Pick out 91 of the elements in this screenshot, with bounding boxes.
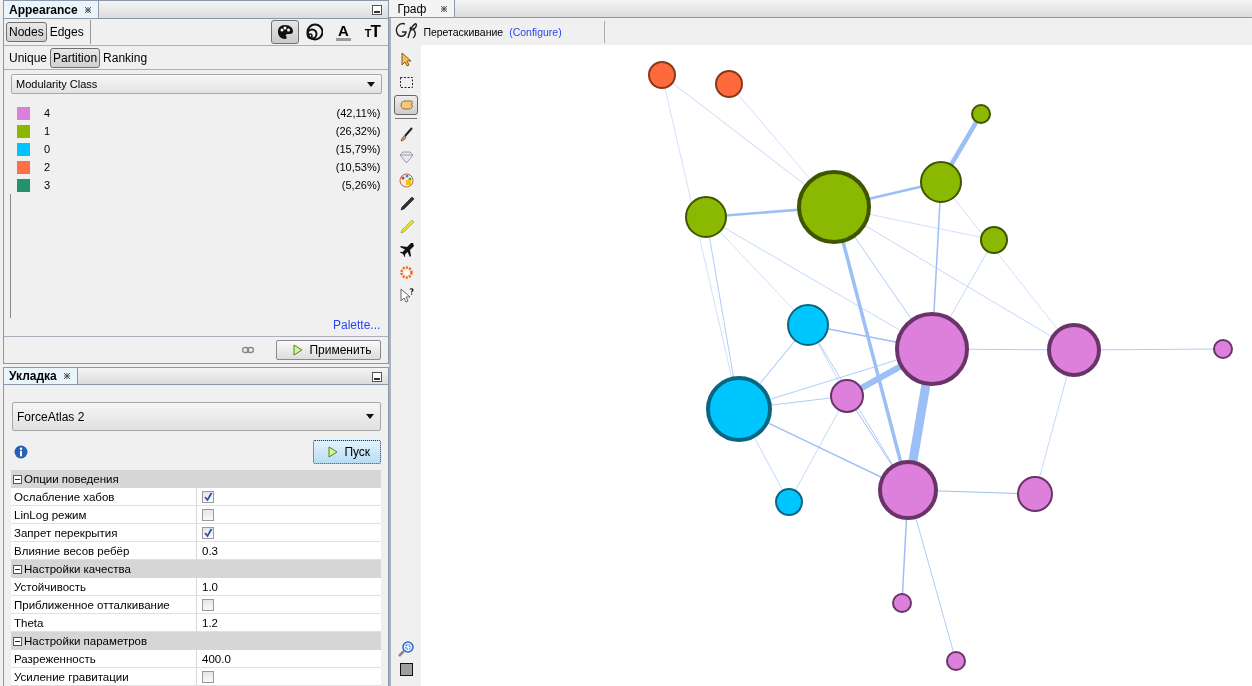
play-icon (328, 445, 339, 458)
palette-icon (277, 24, 294, 40)
background-color-swatch[interactable] (399, 663, 413, 676)
pencil-icon (397, 194, 415, 212)
property-label: Запрет перекрытия (14, 526, 118, 539)
configure-link[interactable]: (Configure) (509, 25, 562, 38)
partition-label: 2 (44, 161, 52, 173)
section-title: Настройки параметров (24, 635, 148, 647)
highlighter-icon (397, 217, 415, 235)
link-icon[interactable] (242, 346, 255, 354)
size-rings-icon (305, 23, 324, 41)
help-pointer-icon (397, 286, 415, 304)
graph-node[interactable] (920, 161, 963, 203)
sun-icon (397, 263, 415, 281)
close-icon[interactable] (440, 4, 449, 13)
collapse-icon[interactable] (13, 636, 22, 646)
info-icon[interactable] (14, 444, 28, 459)
graph-node[interactable] (830, 379, 865, 413)
run-button[interactable]: Пуск (313, 439, 382, 464)
property-label: Усиление гравитации (14, 670, 129, 683)
diamond-icon (397, 148, 415, 166)
property-value[interactable]: 1.0 (202, 580, 218, 593)
zoom-icon[interactable] (397, 640, 416, 658)
graph-node[interactable] (1047, 323, 1102, 377)
mode-tab[interactable]: Ranking (100, 47, 151, 68)
property-value[interactable]: 0.3 (202, 544, 218, 557)
property-label: LinLog режим (14, 508, 87, 521)
hand-tool[interactable] (394, 95, 419, 115)
property-label: Влияние весов ребёр (14, 544, 130, 557)
active-tool-label: Перетаскивание (423, 25, 504, 38)
element-tab[interactable]: Nodes (6, 22, 47, 42)
graph-node[interactable] (1213, 339, 1234, 359)
play-icon (293, 344, 304, 356)
graph-node[interactable] (1017, 476, 1054, 512)
partition-share: (15,79%) (335, 143, 381, 155)
partition-label: 1 (44, 125, 52, 137)
checkbox[interactable] (202, 490, 214, 503)
checkbox[interactable] (202, 598, 214, 611)
partition-share: (5,26%) (341, 179, 381, 191)
mode-tab[interactable]: Unique (6, 47, 51, 68)
checkbox[interactable] (202, 670, 214, 683)
graph-node[interactable] (685, 196, 728, 238)
partition-label: 4 (44, 107, 52, 119)
property-label: Ослабление хабов (14, 490, 115, 503)
collapse-icon[interactable] (13, 474, 22, 484)
label-color-button[interactable]: A (329, 20, 358, 44)
graph-node[interactable] (706, 376, 773, 442)
label-size-button[interactable]: TT (358, 20, 387, 44)
property-value[interactable]: 400.0 (202, 652, 231, 665)
graph-node[interactable] (648, 61, 677, 89)
attribute-dropdown[interactable]: Modularity Class (11, 74, 383, 94)
algorithm-dropdown[interactable]: ForceAtlas 2 (12, 402, 382, 432)
graph-node[interactable] (878, 460, 939, 520)
airplane-icon (397, 240, 415, 258)
section-title: Опции поведения (24, 473, 119, 485)
section-title: Настройки качества (24, 563, 131, 575)
checkbox[interactable] (202, 508, 214, 521)
property-label: Приближенное отталкивание (14, 598, 170, 611)
property-value[interactable]: 1.2 (202, 616, 218, 629)
graph-node[interactable] (892, 593, 913, 613)
property-label: Theta (14, 616, 44, 629)
color-button[interactable] (271, 20, 300, 44)
graph-node[interactable] (775, 488, 804, 516)
partition-label: 0 (44, 143, 52, 155)
partition-share: (26,32%) (335, 125, 381, 137)
brush-icon (397, 125, 415, 143)
mode-tab[interactable]: Partition (50, 47, 101, 68)
collapse-icon[interactable] (13, 564, 22, 574)
minimize-button[interactable] (372, 372, 383, 382)
element-tab[interactable]: Edges (46, 22, 87, 42)
property-label: Устойчивость (14, 580, 87, 593)
close-icon[interactable] (83, 5, 92, 14)
graph-node[interactable] (797, 170, 872, 244)
property-label: Разреженность (14, 652, 96, 665)
graph-node[interactable] (895, 312, 970, 386)
partition-share: (42,11%) (336, 107, 381, 119)
caret-icon (366, 414, 375, 420)
painter-palette-icon (397, 171, 415, 189)
graph-node[interactable] (980, 226, 1009, 254)
graph-node[interactable] (946, 651, 967, 671)
partition-share: (10,53%) (335, 161, 381, 173)
graph-node[interactable] (787, 304, 830, 346)
partition-label: 3 (44, 179, 52, 191)
graph-node[interactable] (715, 70, 744, 98)
palette-link[interactable]: Palette... (333, 318, 381, 332)
checkbox[interactable] (202, 526, 214, 539)
minimize-button[interactable] (372, 5, 383, 15)
apply-button[interactable]: Применить (276, 340, 382, 360)
caret-icon (367, 81, 376, 87)
graph-node[interactable] (971, 104, 992, 124)
close-icon[interactable] (62, 372, 71, 381)
